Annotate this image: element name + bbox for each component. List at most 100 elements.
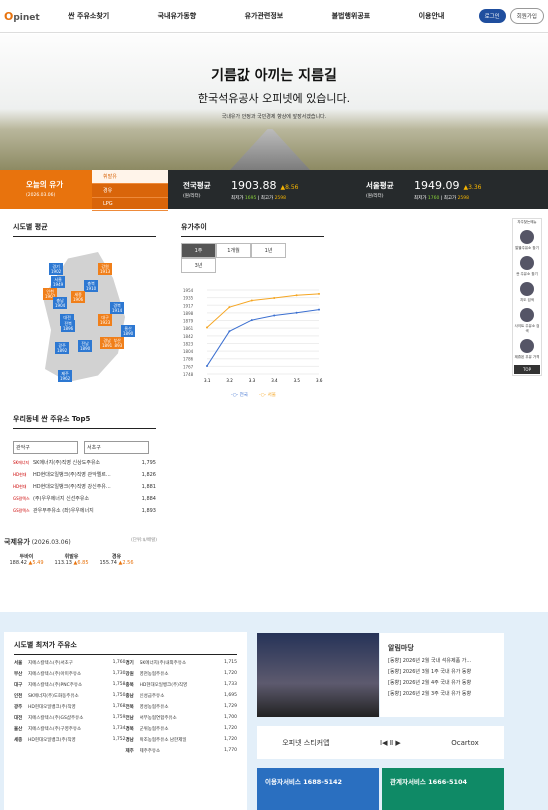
region-marker[interactable]: 충남 1904 [53, 297, 68, 309]
top5-row[interactable]: GS칼텍스 관우무주유소 (좌)우우에너지 1,893 [13, 507, 156, 515]
price-bar: 오늘의 유가 (2026.03.06) 휘발유 경유 LPG 전국평균 (원/리터… [0, 170, 548, 211]
lowest-row[interactable]: 대전 지에스칼텍스(주)GS샵주유소 1,759 전남 서부농협연합주유소 1,700 [14, 715, 237, 721]
today-date: (2026.03.06) [26, 193, 56, 198]
quick-item-2[interactable]: 싼 주유소 찾기 [514, 256, 540, 277]
intl-oil-card: 국제유가 (2026.03.06) (단위:$/배럴) 두바이 188.42 ▲5.… [4, 537, 157, 587]
hero-title: 기름값 아끼는 지름길 [211, 68, 337, 84]
lowest-row[interactable]: 울산 지에스칼텍스(주)구영주유소 1,734 경북 군위농협주유소 1,720 [14, 726, 237, 732]
chart-icon [520, 339, 534, 353]
station-price: 1,881 [141, 483, 156, 490]
station-name: HD현대오일뱅크(주)직영 관악엘르... [33, 472, 111, 478]
logo[interactable]: Opinet [4, 10, 44, 23]
national-average: 전국평균 (원/리터) 1903.88 ▲8.56 최저가 1695 | 최고가 2… [183, 178, 299, 201]
national-unit: (원/리터) [183, 194, 201, 199]
nav-illegal[interactable]: 불법행위공표 [332, 11, 371, 21]
intl-values: 두바이 188.42 ▲5.49 휘발유 113.13 ▲6.85 경유 155.74 ▲… [4, 553, 157, 566]
refinery-photo[interactable] [257, 633, 379, 717]
data-point [206, 326, 208, 329]
lowest-row[interactable]: 부산 지에스칼텍스(주)아미주유소 1,730 강원 영천농협주유소 1,720 [14, 671, 237, 677]
quick-item-5[interactable]: 제휴된 우유 가격 [514, 339, 540, 360]
high-label: 최고가 [260, 195, 274, 201]
lowest-row[interactable]: 제주 제주주유소 1,770 [14, 748, 238, 754]
seoul-label: 서울평균 [366, 181, 394, 190]
notice-card: 알림마당 [동향] 2026년 2월 국내 석유제품 가... [동향] 202… [380, 633, 504, 717]
region-marker[interactable]: 제주 1962 [58, 370, 73, 382]
trend-chart: 1954 1935 1917 1898 1879 1861 1842 1823 1804 1786… [183, 288, 323, 398]
national-price: 1903.88 [231, 178, 277, 192]
y-tick: 1861 [183, 326, 194, 331]
district-select-1[interactable]: 관악구 [13, 441, 78, 454]
nav-domestic-trend[interactable]: 국내유가동향 [158, 11, 197, 21]
region-marker[interactable]: 세종 1906 [71, 291, 86, 303]
x-tick: 3.1 [204, 378, 211, 383]
notice-item[interactable]: [동향] 2026년 2월 4주 국내 유가 동향 [388, 679, 496, 686]
station-price: 1,826 [141, 471, 156, 478]
lowest-row[interactable]: 광주 HD현대오일뱅크(주)직영 1,768 전북 영성농협주유소 1,729 [14, 704, 237, 710]
top5-row[interactable]: GS칼텍스 (주)우우에너지 신선주유소 1,884 [13, 495, 156, 503]
brand-logo: GS칼텍스 [13, 507, 30, 513]
quick-item-4[interactable]: 사이트 주유소 검색 [514, 308, 540, 334]
region-marker[interactable]: 전남 1890 [78, 340, 93, 352]
login-button[interactable]: 로그인 [478, 9, 506, 23]
region-marker[interactable]: 서울 1949 [51, 276, 66, 288]
map-icon [520, 282, 534, 296]
svc-title: 이용자서비스 [265, 778, 301, 786]
notice-item[interactable]: [동향] 2026년 3월 1주 국내 유가 동향 [388, 668, 496, 675]
banner-sticker-app[interactable]: 오피넷 스티커앱 [282, 738, 329, 748]
data-point [228, 306, 231, 309]
district-select-2[interactable]: 서초구 [84, 441, 149, 454]
top-button[interactable]: TOP [514, 365, 540, 374]
banner-cartox[interactable]: Ocartox [451, 739, 478, 747]
korea-map[interactable] [43, 252, 125, 382]
tab-1month[interactable]: 1개월 [216, 243, 251, 258]
lowest-row[interactable]: 인천 SK에너지(주)도화동주유소 1,750 충남 신성금주유소 1,695 [14, 693, 237, 699]
region-marker[interactable]: 울산 1890 [121, 325, 136, 337]
fuel-gasoline[interactable]: 휘발유 [92, 170, 168, 184]
high-label: 최고가 [443, 195, 457, 201]
nav-price-info[interactable]: 유가관련정보 [245, 11, 284, 21]
station-name: 관우무주유소 (좌)우우에너지 [33, 508, 94, 514]
station-name: (주)우우에너지 신선주유소 [33, 496, 90, 502]
region-marker[interactable]: 충북 1910 [84, 280, 99, 292]
quick-item-3[interactable]: 지도 검색 [514, 282, 540, 303]
notice-item[interactable]: [동향] 2026년 2월 3주 국내 유가 동향 [388, 690, 496, 697]
notice-item[interactable]: [동향] 2026년 2월 국내 석유제품 가... [388, 657, 496, 664]
quick-label: 알뜰주유소 찾기 [515, 246, 539, 250]
banner-control[interactable]: Ⅰ◀ Ⅱ ▶ [380, 739, 401, 747]
region-marker[interactable]: 강원 1913 [98, 263, 113, 275]
tab-1week[interactable]: 1주 [181, 243, 216, 258]
top5-row[interactable]: SK에너지 SK에너지(주)직영 신상도주유소 1,795 [13, 459, 156, 467]
lowest-row[interactable]: 세종 HD현대오일뱅크(주)직영 1,752 경남 왁조농협주유소 남한제일 1,720 [14, 737, 237, 743]
region-marker[interactable]: 대구 1923 [98, 314, 113, 326]
quick-menu-title: 자주찾는메뉴 [517, 220, 537, 224]
intl-item: 경유 155.74 ▲2.56 [99, 554, 134, 566]
region-marker[interactable]: 경북 1914 [110, 302, 125, 314]
tab-1year[interactable]: 1년 [251, 243, 286, 258]
nav-guide[interactable]: 이용안내 [419, 11, 445, 21]
fuel-lpg[interactable]: LPG [92, 198, 168, 211]
fuel-diesel[interactable]: 경유 [92, 184, 168, 198]
user-service[interactable]: 이용자서비스 1688-5142 [257, 768, 379, 810]
y-tick: 1804 [183, 349, 194, 354]
top5-title: 우리동네 싼 주유소 Top5 [13, 414, 156, 429]
region-marker[interactable]: 경남 1891 [100, 337, 115, 349]
region-marker[interactable]: 경기 1902 [49, 263, 64, 275]
y-tick: 1786 [183, 357, 194, 362]
lowest-row[interactable]: 대구 지에스칼텍스(주)PNC주유소 1,758 충북 HD현대오일뱅크(주)직영 1,7… [14, 682, 237, 688]
lowest-row[interactable]: 서울 지에스칼텍스(주)서초구 1,760 경기 SK에너지(주)내외주유소 1,715 [14, 660, 237, 666]
y-tick: 1823 [183, 341, 194, 346]
region-marker[interactable]: 전북 1896 [61, 320, 76, 332]
brand-logo: HD현대 [13, 483, 27, 489]
top5-row[interactable]: HD현대 HD현대오일뱅크(주)직영 관악엘르... 1,826 [13, 471, 156, 479]
national-low: 1695 [244, 195, 257, 201]
partner-service[interactable]: 관계자서비스 1666-5104 [382, 768, 504, 810]
y-tick: 1917 [183, 303, 194, 308]
y-tick: 1898 [183, 311, 194, 316]
data-point [273, 297, 276, 300]
quick-item-1[interactable]: 알뜰주유소 찾기 [514, 230, 540, 251]
top5-row[interactable]: HD현대 HD현대오일뱅크(주)직영 강신주유... 1,881 [13, 483, 156, 491]
join-button[interactable]: 회원가입 [509, 8, 544, 24]
tab-3year[interactable]: 3년 [181, 258, 216, 273]
nav-cheap-station[interactable]: 싼 주유소찾기 [68, 11, 109, 21]
region-marker[interactable]: 광주 1892 [55, 342, 70, 354]
